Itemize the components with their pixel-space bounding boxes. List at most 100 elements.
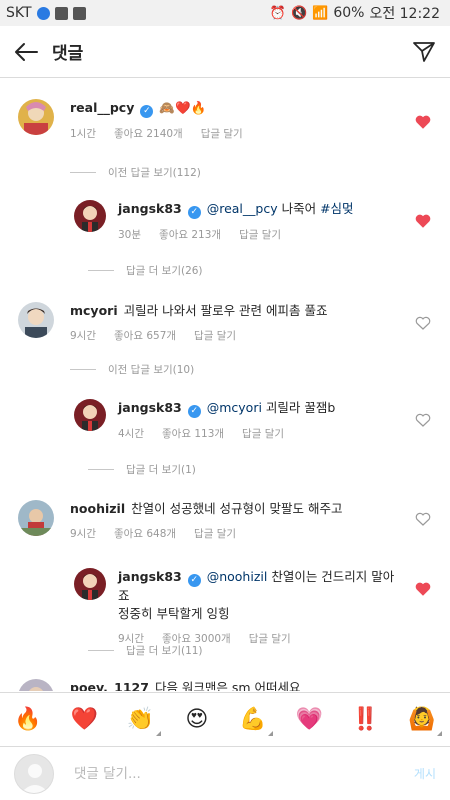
heart-emoji-icon: ❤️	[70, 707, 99, 732]
view-more-replies[interactable]: 답글 더 보기(11)	[88, 643, 203, 658]
comment-time: 4시간	[118, 428, 145, 440]
growing-heart-icon: 💗	[295, 707, 324, 732]
post-button[interactable]: 게시	[414, 765, 436, 782]
comment-username[interactable]: jangsk83	[118, 400, 182, 415]
comment-text: 찬열이 성공했네 성규형이 맞팔도 해주고	[131, 501, 343, 516]
emoji-exclamation-button[interactable]: ‼️	[350, 704, 382, 736]
arrow-left-icon	[15, 42, 38, 61]
comments-screen: SKT ⏰ 🔇 📶 60% 오전 12:22 댓글 real__pcy ✓ 🙈❤…	[0, 0, 450, 800]
avatar[interactable]	[18, 500, 54, 536]
emoji-heart-eyes-button[interactable]: 😍	[181, 704, 213, 736]
reply-button[interactable]: 답글 달기	[194, 328, 236, 343]
emoji-ok-gesture-button[interactable]: 🙆	[406, 704, 442, 736]
comment-likes[interactable]: 좋아요 213개	[159, 227, 221, 242]
comment-list: real__pcy ✓ 🙈❤️🔥 1시간 좋아요 2140개 답글 달기 이전 답글…	[0, 79, 450, 691]
heart-outline-icon[interactable]	[414, 411, 432, 429]
emoji-clap-button[interactable]: 👏	[125, 704, 161, 736]
comment-time: 9시간	[70, 528, 97, 540]
comment-username[interactable]: poev._1127	[70, 680, 149, 691]
comment-text: 나죽어	[277, 201, 321, 216]
emoji-muscle-button[interactable]: 💪	[237, 704, 274, 736]
ok-gesture-icon: 🙆	[408, 707, 436, 732]
hashtag-link[interactable]: #심멎	[320, 201, 353, 216]
header: 댓글	[0, 26, 450, 78]
clap-icon: 👏	[126, 707, 155, 732]
view-previous-replies[interactable]: 이전 답글 보기(10)	[70, 362, 194, 377]
back-button[interactable]	[0, 26, 52, 78]
alarm-icon: ⏰	[269, 5, 286, 21]
comment-input[interactable]	[74, 765, 404, 782]
thread-label: 답글 더 보기(1)	[126, 464, 196, 476]
comment-username[interactable]: jangsk83	[118, 569, 182, 584]
reply-button[interactable]: 답글 달기	[194, 526, 236, 541]
comment-username[interactable]: mcyori	[70, 303, 118, 318]
reply-button[interactable]: 답글 달기	[249, 631, 291, 646]
comment-likes[interactable]: 좋아요 113개	[162, 426, 224, 441]
mention-link[interactable]: @noohizil	[207, 569, 268, 584]
double-exclamation-icon: ‼️	[351, 707, 380, 732]
heart-icon[interactable]	[414, 580, 432, 598]
reply-item: jangsk83 ✓ @noohizil 찬열이는 건드리지 말아죠 정중히 부탁할…	[0, 568, 450, 648]
wifi-icon: 📶	[312, 5, 329, 21]
thread-label: 답글 더 보기(11)	[126, 645, 203, 657]
thread-label: 답글 더 보기(26)	[126, 265, 203, 277]
thread-label: 이전 답글 보기(10)	[108, 364, 195, 376]
comment-item: real__pcy ✓ 🙈❤️🔥 1시간 좋아요 2140개 답글 달기	[0, 99, 450, 159]
emoji-growing-heart-button[interactable]: 💗	[293, 704, 325, 736]
reply-button[interactable]: 답글 달기	[242, 426, 284, 441]
comment-username[interactable]: noohizil	[70, 501, 125, 516]
skin-tone-indicator-icon	[436, 730, 442, 736]
reply-button[interactable]: 답글 달기	[201, 126, 243, 141]
heart-outline-icon[interactable]	[414, 510, 432, 528]
comment-text: 괴릴라 꿀잼b	[261, 400, 336, 415]
divider	[88, 469, 114, 470]
mention-link[interactable]: @mcyori	[207, 400, 262, 415]
share-button[interactable]	[398, 26, 450, 78]
comment-username[interactable]: real__pcy	[70, 100, 134, 115]
emoji-quick-bar: 🔥 ❤️ 👏 😍 💪 💗 ‼️ 🙆	[0, 692, 450, 746]
comment-likes[interactable]: 좋아요 2140개	[114, 126, 183, 141]
status-bar: SKT ⏰ 🔇 📶 60% 오전 12:22	[0, 0, 450, 26]
comment-time: 1시간	[70, 128, 97, 140]
comment-likes[interactable]: 좋아요 648개	[114, 526, 176, 541]
mute-icon: 🔇	[290, 5, 308, 21]
mention-link[interactable]: @real__pcy	[207, 201, 278, 216]
comment-likes[interactable]: 좋아요 657개	[114, 328, 176, 343]
verified-badge-icon: ✓	[187, 405, 201, 418]
divider	[88, 650, 114, 651]
notification-icon	[72, 6, 86, 20]
view-more-replies[interactable]: 답글 더 보기(1)	[88, 462, 196, 477]
carrier-label: SKT	[6, 5, 32, 21]
comment-compose-bar: 게시	[0, 746, 450, 800]
muscle-icon: 💪	[239, 707, 267, 732]
verified-badge-icon: ✓	[140, 105, 154, 118]
heart-outline-icon[interactable]	[414, 314, 432, 332]
verified-badge-icon: ✓	[187, 574, 201, 587]
fire-icon: 🔥	[14, 707, 42, 732]
emoji-heart-button[interactable]: ❤️	[68, 704, 100, 736]
heart-icon[interactable]	[414, 113, 432, 131]
reply-button[interactable]: 답글 달기	[239, 227, 281, 242]
emoji-fire-button[interactable]: 🔥	[12, 704, 44, 736]
comment-item: poev._1127 다음 워크맨은 sm 어떠세요	[0, 679, 450, 691]
avatar[interactable]	[18, 302, 54, 338]
comment-username[interactable]: jangsk83	[118, 201, 182, 216]
avatar[interactable]	[18, 99, 54, 135]
comment-item: mcyori 괴릴라 나와서 팔로우 관련 에피촘 풀죠 9시간 좋아요 657개…	[0, 302, 450, 362]
comment-text: 괴릴라 나와서 팔로우 관련 에피촘 풀죠	[123, 303, 328, 318]
avatar[interactable]	[74, 200, 106, 232]
verified-badge-icon: ✓	[187, 206, 201, 219]
avatar[interactable]	[74, 568, 106, 600]
avatar[interactable]	[18, 679, 54, 691]
heart-icon[interactable]	[414, 212, 432, 230]
skin-tone-indicator-icon	[155, 730, 161, 736]
paper-plane-icon	[413, 41, 435, 62]
comment-text-line2: 정중히 부탁할게 잉힝	[118, 606, 230, 621]
avatar[interactable]	[74, 399, 106, 431]
comment-time: 30분	[118, 229, 142, 241]
divider	[88, 270, 114, 271]
view-more-replies[interactable]: 답글 더 보기(26)	[88, 263, 203, 278]
reply-item: jangsk83 ✓ @mcyori 괴릴라 꿀잼b 4시간 좋아요 113개 답글…	[0, 399, 450, 459]
view-previous-replies[interactable]: 이전 답글 보기(112)	[70, 165, 201, 180]
comment-item: noohizil 찬열이 성공했네 성규형이 맞팔도 해주고 9시간 좋아요 64…	[0, 500, 450, 560]
